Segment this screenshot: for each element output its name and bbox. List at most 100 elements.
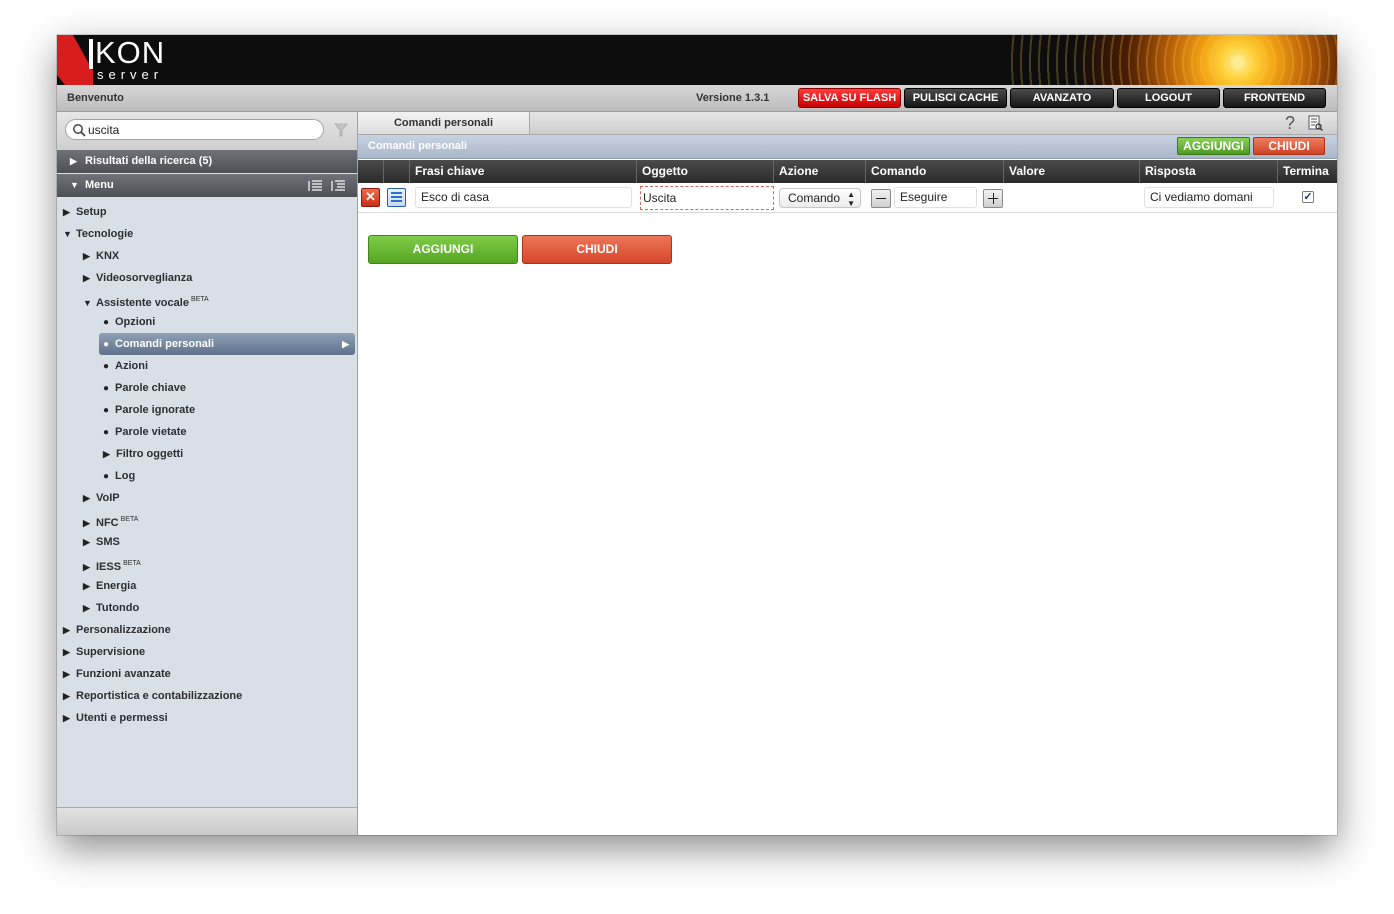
tree-item-videosorveglianza[interactable]: ▶ Videosorveglianza: [83, 267, 192, 289]
expand-arrow-icon: ▶: [83, 537, 90, 547]
expand-arrow-icon: ▶: [63, 669, 70, 679]
tree-item-setup[interactable]: ▶ Setup: [63, 201, 107, 223]
expand-arrow-icon: ▶: [70, 156, 77, 166]
tree-item-funzioni-avanzate[interactable]: ▶ Funzioni avanzate: [63, 663, 171, 685]
tree-item-personalizzazione[interactable]: ▶ Personalizzazione: [63, 619, 171, 641]
tree-item-reportistica[interactable]: ▶ Reportistica e contabilizzazione: [63, 685, 242, 707]
selected-arrow-icon: ▶: [342, 339, 349, 349]
beta-badge: BETA: [190, 296, 209, 303]
expand-all-icon[interactable]: [307, 179, 323, 193]
filter-icon[interactable]: [334, 123, 348, 137]
app-window: KON server Benvenuto Versione 1.3.1 SALV…: [57, 35, 1337, 835]
column-header-termina[interactable]: Termina: [1278, 160, 1337, 183]
tree-item-filtro-oggetti[interactable]: ▶ Filtro oggetti: [103, 443, 183, 465]
tree-item-sms[interactable]: ▶ SMS: [83, 531, 120, 553]
bullet-icon: ●: [103, 361, 110, 372]
expand-arrow-icon: ▶: [63, 207, 70, 217]
close-button-small[interactable]: CHIUDI: [1253, 137, 1325, 155]
azione-select-value: Comando: [788, 191, 841, 205]
menu-header[interactable]: ▼ Menu: [57, 174, 357, 197]
tree-item-voip[interactable]: ▶ VoIP: [83, 487, 120, 509]
column-header-risposta[interactable]: Risposta: [1140, 160, 1278, 183]
expand-arrow-icon: ▶: [63, 691, 70, 701]
column-header-frasi-chiave[interactable]: Frasi chiave: [410, 160, 637, 183]
version-label: Versione 1.3.1: [696, 92, 770, 104]
add-button[interactable]: AGGIUNGI: [368, 235, 518, 264]
search-input[interactable]: [88, 122, 308, 137]
column-header-azione[interactable]: Azione: [774, 160, 866, 183]
tree-item-log[interactable]: ● Log: [103, 465, 135, 487]
tree-item-iess[interactable]: ▶ IESS BETA: [83, 553, 141, 575]
clear-cache-button[interactable]: PULISCI CACHE: [904, 88, 1007, 108]
expand-arrow-icon: ▶: [63, 713, 70, 723]
add-button-small[interactable]: AGGIUNGI: [1177, 137, 1250, 155]
tab-bar: Comandi personali ?: [358, 112, 1337, 135]
decrement-button[interactable]: [871, 189, 891, 208]
bullet-icon: ●: [103, 427, 110, 438]
help-icon[interactable]: ?: [1283, 113, 1297, 133]
bullet-icon: ●: [103, 317, 110, 328]
tree-item-azioni[interactable]: ● Azioni: [103, 355, 148, 377]
frontend-button[interactable]: FRONTEND: [1223, 88, 1326, 108]
column-header-order: [384, 160, 410, 183]
tree-item-utenti-permessi[interactable]: ▶ Utenti e permessi: [63, 707, 168, 729]
sidebar: ▶ Risultati della ricerca (5) ▼ Menu: [57, 112, 358, 835]
column-header-delete: [358, 160, 384, 183]
tree-item-energia[interactable]: ▶ Energia: [83, 575, 136, 597]
comando-field[interactable]: Eseguire: [894, 187, 977, 208]
oggetto-field[interactable]: Uscita: [640, 186, 774, 210]
collapse-all-icon[interactable]: [330, 179, 346, 193]
tree-item-assistente-vocale[interactable]: ▼ Assistente vocale BETA: [83, 289, 209, 311]
tree-item-comandi-personali[interactable]: ● Comandi personali ▶: [99, 333, 355, 355]
tree-item-tecnologie[interactable]: ▼ Tecnologie: [63, 223, 133, 245]
save-flash-button[interactable]: SALVA SU FLASH: [798, 88, 901, 108]
column-header-comando[interactable]: Comando: [866, 160, 1004, 183]
tab-comandi-personali[interactable]: Comandi personali: [358, 112, 530, 134]
bullet-icon: ●: [103, 405, 110, 416]
tree-item-opzioni[interactable]: ● Opzioni: [103, 311, 155, 333]
frase-chiave-field[interactable]: Esco di casa: [415, 187, 632, 208]
select-arrows-icon: ▲ ▼: [847, 190, 855, 208]
logo-subtitle: server: [97, 67, 164, 82]
search-box[interactable]: [65, 119, 324, 140]
logout-button[interactable]: LOGOUT: [1117, 88, 1220, 108]
tree-item-parole-vietate[interactable]: ● Parole vietate: [103, 421, 187, 443]
termina-checkbox[interactable]: ✓: [1302, 191, 1314, 203]
expand-arrow-icon: ▶: [83, 603, 90, 613]
tree-item-parole-ignorate[interactable]: ● Parole ignorate: [103, 399, 195, 421]
collapse-arrow-icon: ▼: [70, 180, 79, 190]
advanced-button[interactable]: AVANZATO: [1010, 88, 1114, 108]
expand-arrow-icon: ▶: [63, 625, 70, 635]
welcome-text: Benvenuto: [67, 92, 124, 104]
sidebar-footer: [57, 807, 357, 835]
bullet-icon: ●: [103, 339, 110, 350]
expand-arrow-icon: ▶: [83, 273, 90, 283]
menu-label: Menu: [85, 179, 114, 191]
bullet-icon: ●: [103, 471, 110, 482]
tree-item-knx[interactable]: ▶ KNX: [83, 245, 119, 267]
search-results-label: Risultati della ricerca (5): [85, 155, 213, 167]
collapse-arrow-icon: ▼: [83, 298, 92, 308]
tree-item-parole-chiave[interactable]: ● Parole chiave: [103, 377, 186, 399]
search-area: [57, 112, 357, 150]
tree-item-supervisione[interactable]: ▶ Supervisione: [63, 641, 145, 663]
tree-item-tutondo[interactable]: ▶ Tutondo: [83, 597, 139, 619]
panel-header: Comandi personali AGGIUNGI CHIUDI: [358, 135, 1337, 159]
document-icon[interactable]: [1307, 115, 1323, 131]
reorder-handle-icon[interactable]: [387, 188, 406, 207]
column-header-valore[interactable]: Valore: [1004, 160, 1140, 183]
table-header: Frasi chiave Oggetto Azione Comando Valo…: [358, 160, 1337, 183]
tree-item-nfc[interactable]: ▶ NFC BETA: [83, 509, 138, 531]
azione-select[interactable]: Comando ▲ ▼: [779, 188, 861, 208]
expand-arrow-icon: ▶: [83, 251, 90, 261]
app-header: KON server: [57, 35, 1337, 85]
beta-badge: BETA: [120, 516, 139, 523]
column-header-oggetto[interactable]: Oggetto: [637, 160, 774, 183]
expand-arrow-icon: ▶: [103, 449, 110, 459]
risposta-field[interactable]: Ci vediamo domani: [1144, 187, 1274, 208]
collapse-arrow-icon: ▼: [63, 229, 72, 239]
delete-row-button[interactable]: ✕: [361, 188, 380, 207]
search-results-header[interactable]: ▶ Risultati della ricerca (5): [57, 150, 357, 173]
close-button[interactable]: CHIUDI: [522, 235, 672, 264]
increment-button[interactable]: [983, 189, 1003, 208]
